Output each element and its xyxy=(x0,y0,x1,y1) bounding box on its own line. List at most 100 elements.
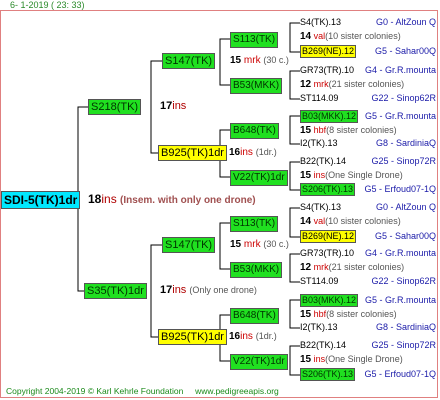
code: G0 - AltZoun Q xyxy=(375,202,436,212)
block1-anc4[interactable]: ST114.09 G22 - Sinop62R xyxy=(300,93,436,103)
block2-anc7[interactable]: B22(TK).14 G25 - Sinop72R xyxy=(300,340,436,350)
block1-anc7-note: 15 ins(One Single Drone) xyxy=(300,170,403,181)
block2-anc3-note: 12 mrk(21 sister colonies) xyxy=(300,262,404,273)
name: S206(TK).13 xyxy=(300,368,356,381)
block1-b925[interactable]: B925(TK)1dr xyxy=(158,145,227,161)
block2-s147-gen: 15 mrk (30 c.) xyxy=(230,239,289,250)
unit: ins xyxy=(240,147,253,158)
code: G5 - Gr.R.mounta xyxy=(364,295,436,305)
note: (21 sister colonies) xyxy=(328,79,405,89)
unit: hbf xyxy=(313,125,327,135)
block1-s147-gen: 15 mrk (30 c.) xyxy=(230,55,289,66)
root-gen: 18 xyxy=(88,192,102,206)
unit: hbf xyxy=(313,309,327,319)
block1-anc6[interactable]: I2(TK).13 G8 - SardiniaQ xyxy=(300,138,436,148)
block2-anc2[interactable]: B269(NE).12 G5 - Sahar00Q xyxy=(300,230,436,243)
name: B269(NE).12 xyxy=(300,230,357,243)
gen: 14 xyxy=(300,216,312,227)
block2-b648[interactable]: B648(TK) xyxy=(230,308,279,324)
block2-s113[interactable]: S113(TK) xyxy=(230,216,279,232)
gen: 15 xyxy=(230,55,242,66)
code: G0 - AltZoun Q xyxy=(375,17,436,27)
block1-v22[interactable]: V22(TK)1dr xyxy=(230,170,288,186)
note: (30 c.) xyxy=(263,239,289,249)
code: G4 - Gr.R.mounta xyxy=(364,248,436,258)
block2-anc8[interactable]: S206(TK).13 G5 - Erfoud07-1Q xyxy=(300,368,436,381)
block1-s113[interactable]: S113(TK) xyxy=(230,32,279,48)
block1-s147[interactable]: S147(TK) xyxy=(162,53,216,69)
unit: mrk xyxy=(243,239,261,250)
code: G5 - Erfoud07-1Q xyxy=(364,369,436,379)
block1-anc1[interactable]: S4(TK).13 G0 - AltZoun Q xyxy=(300,17,436,27)
root-queen[interactable]: SDI-5(TK)1dr xyxy=(1,191,81,209)
name: I2(TK).13 xyxy=(300,138,338,148)
father-sire-gen: 17ins xyxy=(160,100,186,112)
block2-v22[interactable]: V22(TK)1dr xyxy=(230,354,288,370)
block2-anc1[interactable]: S4(TK).13 G0 - AltZoun Q xyxy=(300,202,436,212)
unit: mrk xyxy=(243,55,261,66)
name: ST114.09 xyxy=(300,276,339,286)
mother-sire-gen: 17ins (Only one drone) xyxy=(160,284,257,296)
gen: 12 xyxy=(300,262,312,273)
block2-anc5[interactable]: B03(MKK).12 G5 - Gr.R.mounta xyxy=(300,294,436,307)
note: (One Single Drone) xyxy=(325,354,403,364)
block1-b53[interactable]: B53(MKK) xyxy=(230,78,283,94)
gen: 15 xyxy=(230,239,242,250)
block2-anc3[interactable]: GR73(TR).10 G4 - Gr.R.mounta xyxy=(300,248,436,258)
unit: ins xyxy=(313,170,326,180)
block1-b648[interactable]: B648(TK) xyxy=(230,123,279,139)
name: S4(TK).13 xyxy=(300,17,342,27)
block2-anc6[interactable]: I2(TK).13 G8 - SardiniaQ xyxy=(300,322,436,332)
block1-anc5-note: 15 hbf(8 sister colonies) xyxy=(300,125,397,136)
gen: 12 xyxy=(300,79,312,90)
block2-anc5-note: 15 hbf(8 sister colonies) xyxy=(300,309,397,320)
gen: 15 xyxy=(300,170,312,181)
block1-anc7[interactable]: B22(TK).14 G25 - Sinop72R xyxy=(300,156,436,166)
name: S4(TK).13 xyxy=(300,202,342,212)
code: G8 - SardiniaQ xyxy=(375,138,436,148)
note: (8 sister colonies) xyxy=(326,309,397,319)
note: (8 sister colonies) xyxy=(326,125,397,135)
note: (30 c.) xyxy=(263,55,289,65)
code: G5 - Gr.R.mounta xyxy=(364,111,436,121)
block1-anc2[interactable]: B269(NE).12 G5 - Sahar00Q xyxy=(300,45,436,58)
block1-b925-gen: 16ins (1dr.) xyxy=(229,147,277,158)
father-sire[interactable]: S218(TK) xyxy=(88,99,142,115)
copyright-text: Copyright 2004-2019 © Karl Kehrle Founda… xyxy=(6,386,184,396)
code: G22 - Sinop62R xyxy=(371,276,436,286)
name: B269(NE).12 xyxy=(300,45,357,58)
block2-anc1-note: 14 val(10 sister colonies) xyxy=(300,216,401,227)
unit: ins xyxy=(172,284,187,296)
mother-sire[interactable]: S35(TK)1dr xyxy=(84,283,147,299)
footer: Copyright 2004-2019 © Karl Kehrle Founda… xyxy=(6,386,279,396)
name: B22(TK).14 xyxy=(300,156,347,166)
unit: ins xyxy=(313,354,326,364)
note: (Only one drone) xyxy=(189,285,257,295)
name: B22(TK).14 xyxy=(300,340,347,350)
block2-anc7-note: 15 ins(One Single Drone) xyxy=(300,354,403,365)
block1-anc3[interactable]: GR73(TR).10 G4 - Gr.R.mounta xyxy=(300,65,436,75)
note: (10 sister colonies) xyxy=(325,31,401,41)
unit: mrk xyxy=(313,79,329,89)
block2-anc4[interactable]: ST114.09 G22 - Sinop62R xyxy=(300,276,436,286)
unit: ins xyxy=(172,100,187,112)
block2-b925-gen: 16ins (1dr.) xyxy=(229,331,277,342)
block1-anc5[interactable]: B03(MKK).12 G5 - Gr.R.mounta xyxy=(300,110,436,123)
block2-b925[interactable]: B925(TK)1dr xyxy=(158,329,227,345)
unit: val xyxy=(313,31,326,41)
note: (21 sister colonies) xyxy=(328,262,405,272)
block2-s147[interactable]: S147(TK) xyxy=(162,237,216,253)
name: I2(TK).13 xyxy=(300,322,338,332)
name: GR73(TR).10 xyxy=(300,248,355,258)
root-note: (Insem. with only one drone) xyxy=(120,195,256,206)
gen: 16 xyxy=(229,147,241,158)
note: (10 sister colonies) xyxy=(325,216,401,226)
block1-anc8[interactable]: S206(TK).13 G5 - Erfoud07-1Q xyxy=(300,183,436,196)
block2-b53[interactable]: B53(MKK) xyxy=(230,262,283,278)
code: G4 - Gr.R.mounta xyxy=(364,65,436,75)
site-link[interactable]: www.pedigreeapis.org xyxy=(195,386,279,396)
code: G8 - SardiniaQ xyxy=(375,322,436,332)
gen: 15 xyxy=(300,125,312,136)
name: GR73(TR).10 xyxy=(300,65,355,75)
code: G5 - Sahar00Q xyxy=(374,46,436,56)
